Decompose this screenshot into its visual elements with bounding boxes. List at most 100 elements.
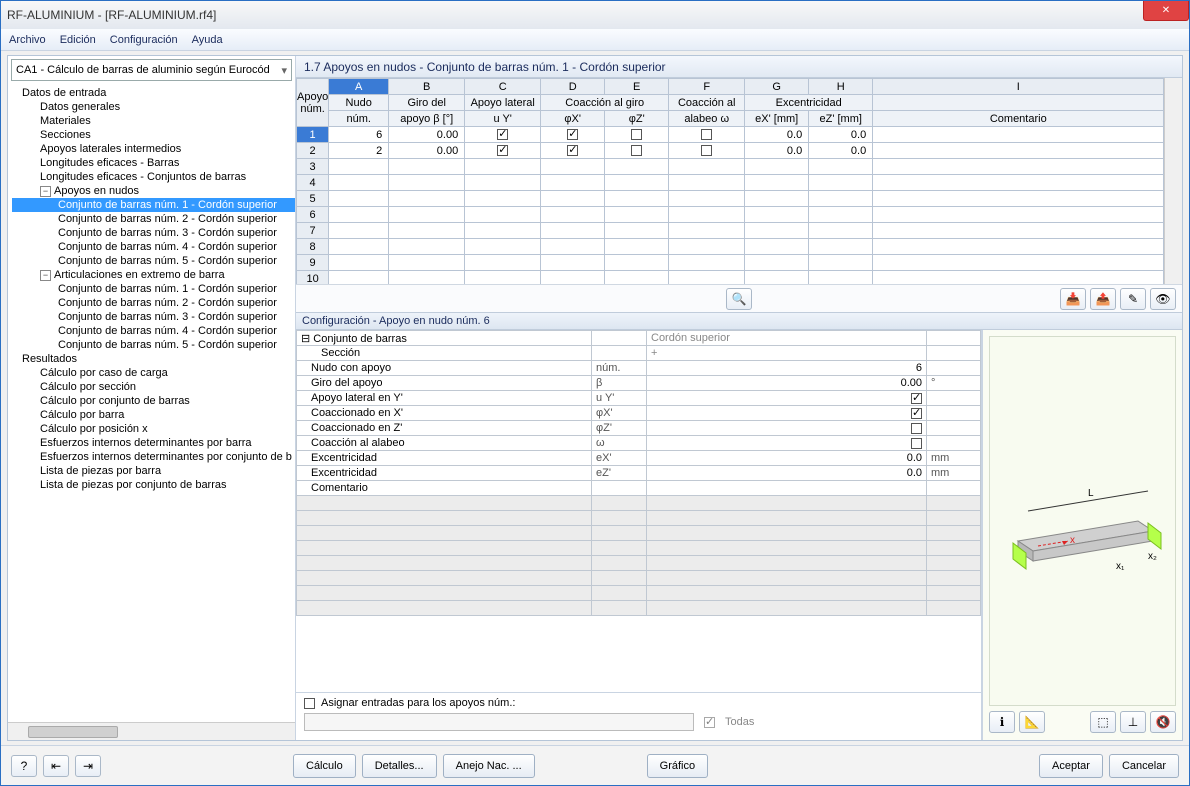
tree-r1[interactable]: Cálculo por caso de carga (12, 366, 295, 380)
cell[interactable] (745, 255, 809, 271)
cell[interactable] (389, 207, 465, 223)
table-row[interactable]: 4 (297, 175, 1164, 191)
row-number[interactable]: 1 (297, 127, 329, 143)
pick-button[interactable]: ✎ (1120, 288, 1146, 310)
tree-aconj5[interactable]: Conjunto de barras núm. 5 - Cordón super… (12, 338, 295, 352)
tool2-button[interactable]: ⬚ (1090, 711, 1116, 733)
cell[interactable] (465, 255, 541, 271)
tree-aconj2[interactable]: Conjunto de barras núm. 2 - Cordón super… (12, 296, 295, 310)
row-number[interactable]: 8 (297, 239, 329, 255)
cell[interactable]: 0.00 (389, 127, 465, 143)
tree-r9[interactable]: Lista de piezas por conjunto de barras (12, 478, 295, 492)
table-row[interactable]: 3 (297, 159, 1164, 175)
checkbox-icon[interactable] (567, 145, 578, 156)
menu-archivo[interactable]: Archivo (9, 34, 46, 46)
cell[interactable] (465, 207, 541, 223)
col-E[interactable]: E (605, 79, 669, 95)
cell[interactable]: 0.0 (809, 127, 873, 143)
cell[interactable] (329, 191, 389, 207)
table-row[interactable]: 220.000.00.0 (297, 143, 1164, 159)
row-number[interactable]: 4 (297, 175, 329, 191)
tool1-button[interactable]: 📐 (1019, 711, 1045, 733)
cell[interactable] (389, 239, 465, 255)
cell[interactable] (465, 191, 541, 207)
checkbox-icon[interactable] (497, 129, 508, 140)
tree-datos-entrada[interactable]: Datos de entrada (12, 86, 295, 100)
info-button[interactable]: ℹ (989, 711, 1015, 733)
checkbox-icon[interactable] (911, 423, 922, 434)
collapse-icon[interactable]: − (40, 270, 51, 281)
cancelar-button[interactable]: Cancelar (1109, 754, 1179, 778)
cell[interactable] (873, 159, 1164, 175)
tree-conj2[interactable]: Conjunto de barras núm. 2 - Cordón super… (12, 212, 295, 226)
cell[interactable] (329, 271, 389, 285)
cell[interactable] (389, 223, 465, 239)
row-number[interactable]: 2 (297, 143, 329, 159)
tree-datos-generales[interactable]: Datos generales (12, 100, 295, 114)
cell[interactable] (605, 239, 669, 255)
cell[interactable] (389, 271, 465, 285)
cell[interactable] (541, 271, 605, 285)
table-row[interactable]: 8 (297, 239, 1164, 255)
cell[interactable] (605, 127, 669, 143)
cell[interactable]: 0.0 (745, 143, 809, 159)
grafico-button[interactable]: Gráfico (647, 754, 708, 778)
cell[interactable] (329, 175, 389, 191)
col-I[interactable]: I (873, 79, 1164, 95)
cell[interactable] (873, 255, 1164, 271)
sidebar-hscroll[interactable] (8, 722, 295, 740)
aceptar-button[interactable]: Aceptar (1039, 754, 1103, 778)
col-B[interactable]: B (389, 79, 465, 95)
cell[interactable] (669, 207, 745, 223)
table-row[interactable]: 6 (297, 207, 1164, 223)
next-button[interactable]: ⇥ (75, 755, 101, 777)
tree-aconj1[interactable]: Conjunto de barras núm. 1 - Cordón super… (12, 282, 295, 296)
tree-apoyos-laterales[interactable]: Apoyos laterales intermedios (12, 142, 295, 156)
cell[interactable] (541, 223, 605, 239)
cell[interactable] (669, 239, 745, 255)
cell[interactable] (809, 159, 873, 175)
checkbox-icon[interactable] (701, 129, 712, 140)
tree-conj5[interactable]: Conjunto de barras núm. 5 - Cordón super… (12, 254, 295, 268)
checkbox-icon[interactable] (631, 129, 642, 140)
cell[interactable] (465, 159, 541, 175)
col-C[interactable]: C (465, 79, 541, 95)
cell[interactable]: 2 (329, 143, 389, 159)
tree-long-conjuntos[interactable]: Longitudes eficaces - Conjuntos de barra… (12, 170, 295, 184)
row-number[interactable]: 10 (297, 271, 329, 285)
cell[interactable] (669, 127, 745, 143)
cell[interactable] (541, 143, 605, 159)
cell[interactable] (809, 191, 873, 207)
cell[interactable] (873, 191, 1164, 207)
cell[interactable] (389, 159, 465, 175)
table-row[interactable]: 5 (297, 191, 1164, 207)
tree-long-barras[interactable]: Longitudes eficaces - Barras (12, 156, 295, 170)
cell[interactable] (541, 175, 605, 191)
cell[interactable] (873, 271, 1164, 285)
cell[interactable] (669, 223, 745, 239)
collapse-icon[interactable]: − (40, 186, 51, 197)
cell[interactable] (669, 159, 745, 175)
cell[interactable] (809, 207, 873, 223)
cell[interactable]: 6 (329, 127, 389, 143)
prev-button[interactable]: ⇤ (43, 755, 69, 777)
cell[interactable] (669, 271, 745, 285)
cell[interactable] (329, 239, 389, 255)
table-row[interactable]: 9 (297, 255, 1164, 271)
close-button[interactable]: ✕ (1143, 1, 1189, 21)
checkbox-icon[interactable] (701, 145, 712, 156)
tree-r3[interactable]: Cálculo por conjunto de barras (12, 394, 295, 408)
cell[interactable] (329, 223, 389, 239)
cell[interactable] (389, 191, 465, 207)
cell[interactable] (541, 191, 605, 207)
cell[interactable] (745, 191, 809, 207)
tree-secciones[interactable]: Secciones (12, 128, 295, 142)
cell[interactable] (465, 271, 541, 285)
table-row[interactable]: 7 (297, 223, 1164, 239)
tree-apoyos-nudos[interactable]: −Apoyos en nudos (12, 184, 295, 198)
cell[interactable] (389, 175, 465, 191)
cell[interactable] (809, 271, 873, 285)
cell[interactable] (605, 207, 669, 223)
tree-conj4[interactable]: Conjunto de barras núm. 4 - Cordón super… (12, 240, 295, 254)
cell[interactable] (669, 175, 745, 191)
